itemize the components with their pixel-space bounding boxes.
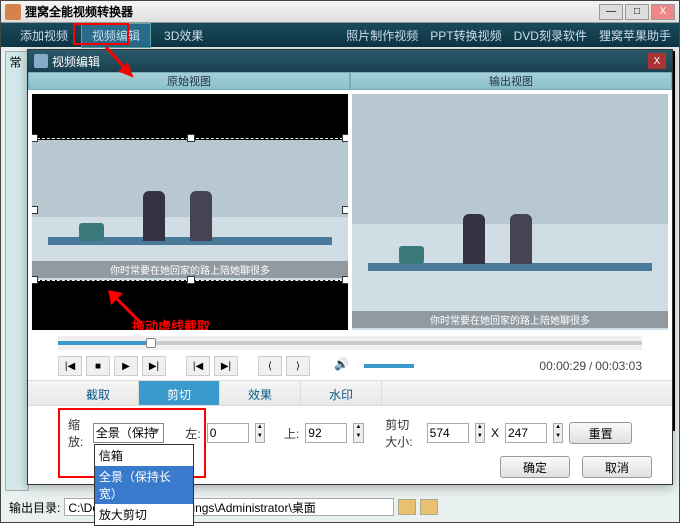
ok-button[interactable]: 确定 (500, 456, 570, 478)
app-title: 狸窝全能视频转换器 (25, 3, 599, 20)
link-ppt-video[interactable]: PPT转换视频 (430, 27, 501, 44)
step-back-button[interactable]: |◀ (186, 356, 210, 376)
zoom-select[interactable]: 全景（保持长... 信箱 全景（保持长宽） 放大剪切 (93, 423, 164, 443)
tab-crop[interactable]: 剪切 (139, 381, 220, 405)
top-spinner[interactable]: ▲▼ (353, 423, 363, 443)
tab-video-edit[interactable]: 视频编辑 (81, 23, 151, 48)
link-apple-helper[interactable]: 狸窝苹果助手 (599, 27, 671, 44)
zoom-dropdown: 信箱 全景（保持长宽） 放大剪切 (94, 444, 194, 526)
arrow-annotation-icon (102, 284, 152, 330)
close-button[interactable]: X (651, 4, 675, 20)
browse-folder-icon[interactable] (398, 499, 416, 515)
left-label: 左: (185, 425, 200, 442)
left-input[interactable] (207, 423, 249, 443)
zoom-label: 缩放: (68, 416, 87, 450)
left-sidebar: 常 (5, 51, 29, 491)
tab-effect[interactable]: 效果 (220, 381, 301, 405)
play-button[interactable]: ▶ (114, 356, 138, 376)
minimize-button[interactable]: — (599, 4, 623, 20)
zoom-option-panorama[interactable]: 全景（保持长宽） (95, 466, 193, 504)
step-fwd-button[interactable]: ▶| (214, 356, 238, 376)
mark-in-button[interactable]: ⟨ (258, 356, 282, 376)
cancel-button[interactable]: 取消 (582, 456, 652, 478)
open-folder-icon[interactable] (420, 499, 438, 515)
tab-3d-effect[interactable]: 3D效果 (153, 23, 214, 48)
prev-button[interactable]: |◀ (58, 356, 82, 376)
zoom-option-zoom-crop[interactable]: 放大剪切 (95, 504, 193, 525)
maximize-button[interactable]: □ (625, 4, 649, 20)
tab-watermark[interactable]: 水印 (301, 381, 382, 405)
height-input[interactable] (505, 423, 547, 443)
output-preview: 你时常要在她回家的路上陪她聊很多 (352, 94, 668, 330)
tab-trim[interactable]: 截取 (58, 381, 139, 405)
left-spinner[interactable]: ▲▼ (255, 423, 265, 443)
size-label: 剪切大小: (385, 416, 420, 450)
preview-header-original: 原始视图 (28, 72, 350, 90)
link-photo-video[interactable]: 照片制作视频 (346, 27, 418, 44)
volume-icon[interactable]: 🔊 (334, 357, 352, 375)
time-display: 00:00:29 / 00:03:03 (539, 359, 642, 373)
modal-close-button[interactable]: X (648, 53, 666, 69)
width-input[interactable] (427, 423, 469, 443)
next-button[interactable]: ▶| (142, 356, 166, 376)
video-editor-modal: 视频编辑 X 原始视图 输出视图 你时常要在她回家的路上陪她聊很多 拖动虚线截取… (27, 49, 673, 485)
top-label: 上: (284, 425, 299, 442)
app-icon (5, 4, 21, 20)
width-spinner[interactable]: ▲▼ (475, 423, 485, 443)
reset-button[interactable]: 重置 (569, 422, 632, 444)
preview-header-output: 输出视图 (350, 72, 672, 90)
output-dir-label: 输出目录: (9, 499, 60, 516)
original-preview[interactable]: 你时常要在她回家的路上陪她聊很多 拖动虚线截取 (32, 94, 348, 330)
volume-slider[interactable] (364, 364, 414, 368)
height-spinner[interactable]: ▲▼ (553, 423, 563, 443)
link-dvd-burn[interactable]: DVD刻录软件 (514, 27, 587, 44)
stop-button[interactable]: ■ (86, 356, 110, 376)
zoom-option-letterbox[interactable]: 信箱 (95, 445, 193, 466)
main-titlebar: 狸窝全能视频转换器 — □ X (1, 1, 679, 23)
arrow-to-modal-icon (101, 45, 141, 85)
modal-title: 视频编辑 (52, 53, 100, 70)
mark-out-button[interactable]: ⟩ (286, 356, 310, 376)
modal-icon (34, 54, 48, 68)
top-input[interactable] (305, 423, 347, 443)
main-menubar: 添加视频 视频编辑 3D效果 照片制作视频 PPT转换视频 DVD刻录软件 狸窝… (1, 23, 679, 47)
tab-add-video[interactable]: 添加视频 (9, 23, 79, 48)
timeline-slider[interactable] (58, 336, 642, 350)
